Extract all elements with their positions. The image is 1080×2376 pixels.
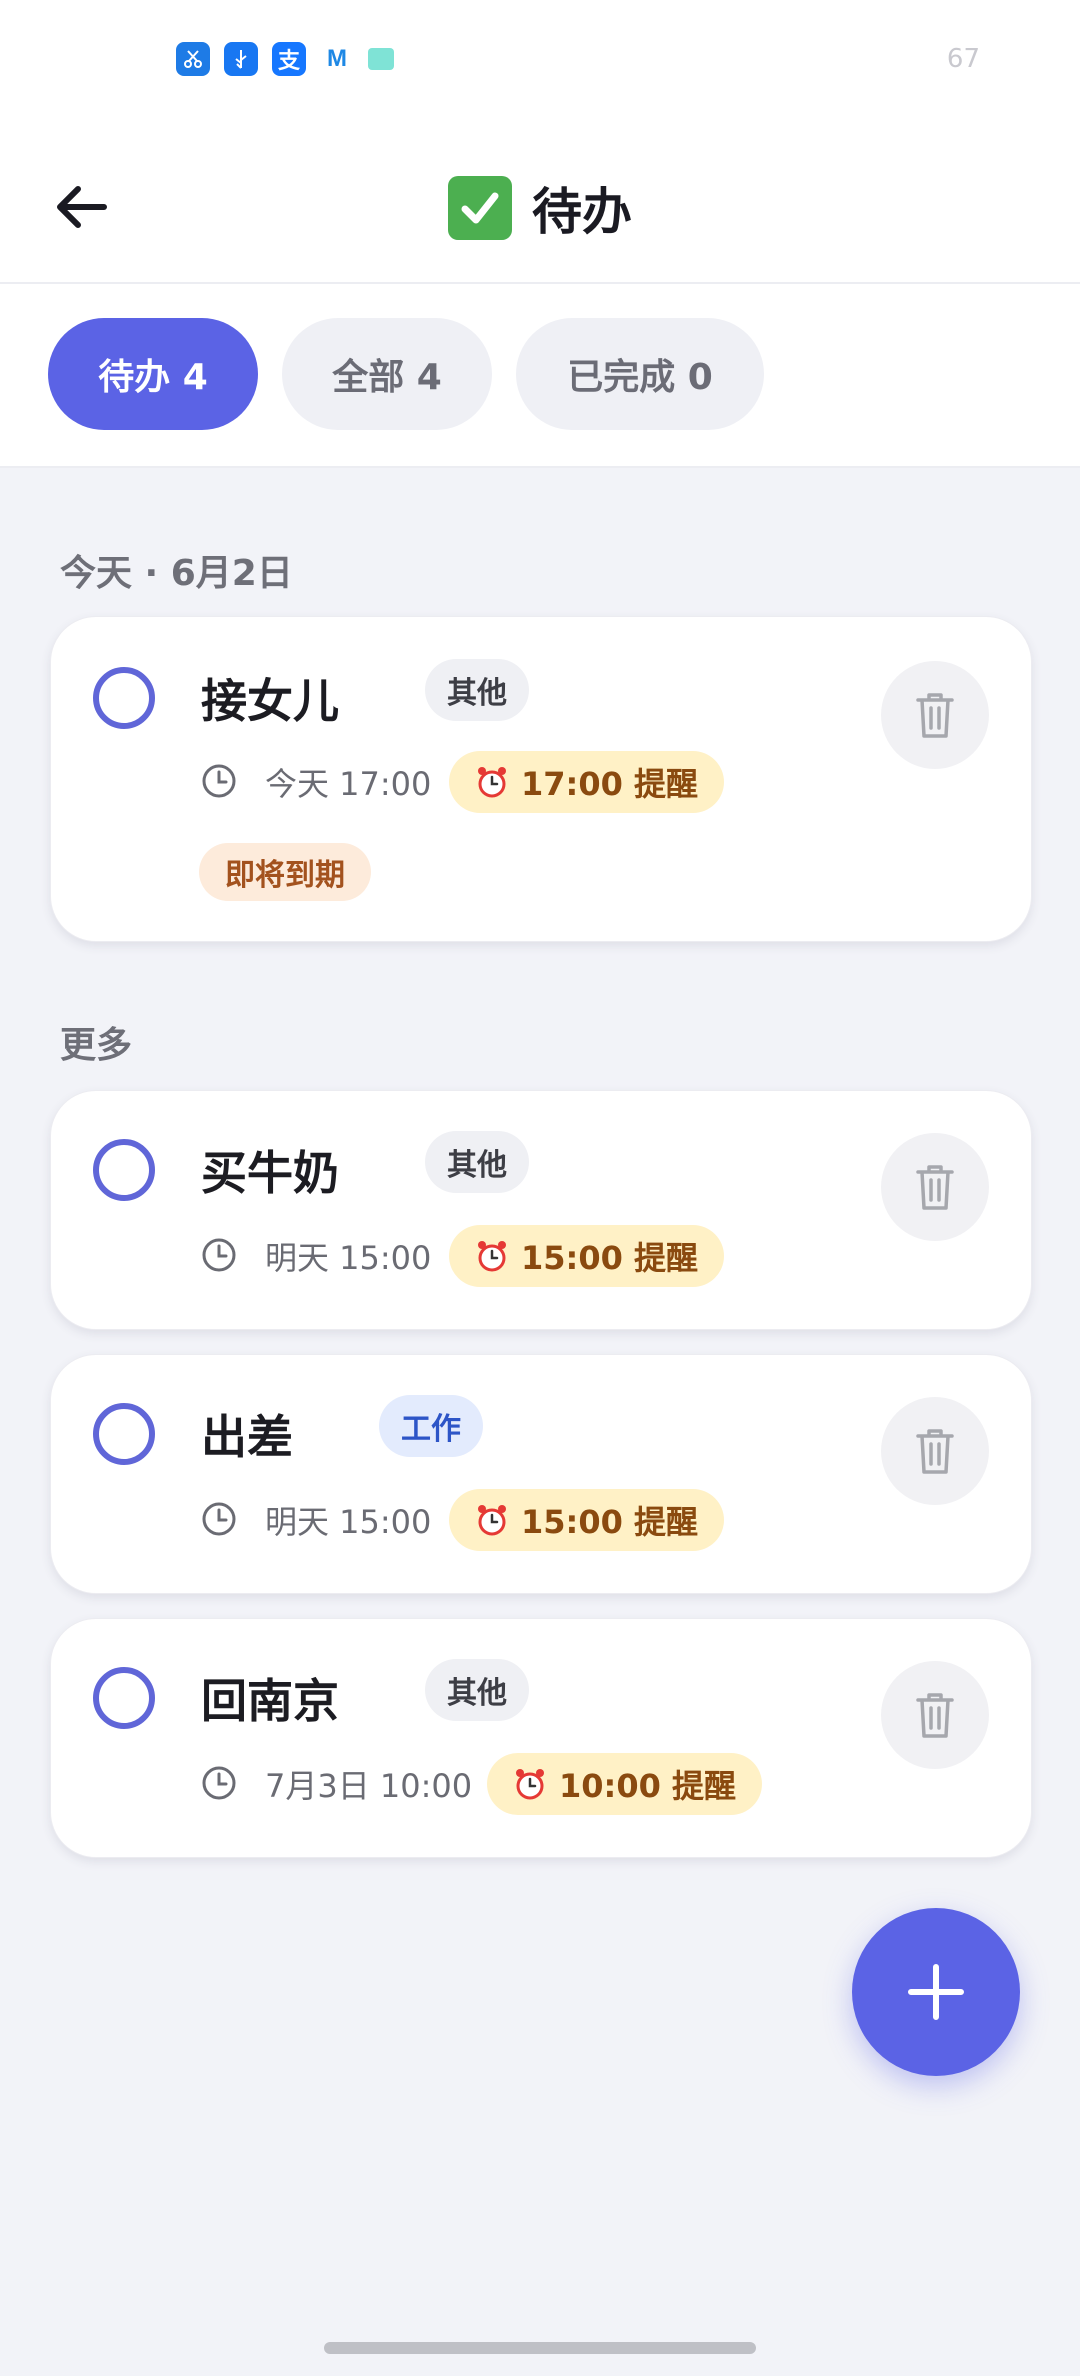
todo-card[interactable]: 接女儿 其他 今天 17:00 17:00 提醒 即将到期 <box>50 616 1032 942</box>
todo-title: 回南京 <box>201 1674 339 1728</box>
complete-checkbox[interactable] <box>93 1139 155 1201</box>
filter-bar: 待办 4 全部 4 已完成 0 <box>0 284 1080 468</box>
category-tag: 工作 <box>379 1395 483 1457</box>
todo-card[interactable]: 买牛奶 其他 明天 15:00 15:00 提醒 <box>50 1090 1032 1330</box>
trash-icon <box>916 693 954 738</box>
trash-icon <box>916 1693 954 1738</box>
home-indicator[interactable] <box>324 2342 756 2354</box>
reminder-text: 17:00 提醒 <box>521 765 699 803</box>
clock-icon <box>202 1238 236 1272</box>
category-tag: 其他 <box>425 1131 529 1193</box>
delete-button[interactable] <box>881 1133 989 1241</box>
add-todo-button[interactable] <box>852 1908 1020 2076</box>
scissors-app-icon <box>176 42 210 76</box>
delete-button[interactable] <box>881 1397 989 1505</box>
complete-checkbox[interactable] <box>93 667 155 729</box>
check-mark-emoji-icon <box>448 176 512 240</box>
battery-level: 67 <box>946 44 980 74</box>
reminder-text: 15:00 提醒 <box>521 1503 699 1541</box>
reminder-badge: 10:00 提醒 <box>487 1753 763 1815</box>
category-tag: 其他 <box>425 1659 529 1721</box>
delete-button[interactable] <box>881 1661 989 1769</box>
due-soon-badge: 即将到期 <box>199 843 371 901</box>
reminder-text: 10:00 提醒 <box>559 1767 737 1805</box>
complete-checkbox[interactable] <box>93 1403 155 1465</box>
section-header-today: 今天 · 6月2日 <box>60 553 293 594</box>
reminder-badge: 15:00 提醒 <box>449 1225 725 1287</box>
todo-title: 买牛奶 <box>201 1146 339 1200</box>
usb-icon <box>224 42 258 76</box>
section-header-more: 更多 <box>60 1025 133 1066</box>
due-time: 明天 15:00 <box>265 1239 432 1277</box>
filter-chip-pending[interactable]: 待办 4 <box>48 318 258 430</box>
clock-icon <box>202 1766 236 1800</box>
due-time: 7月3日 10:00 <box>265 1767 473 1805</box>
trash-icon <box>916 1429 954 1474</box>
status-bar: 支 M 67 <box>0 0 1080 120</box>
clock-icon <box>202 764 236 798</box>
filter-chip-completed[interactable]: 已完成 0 <box>516 318 764 430</box>
todo-card[interactable]: 出差 工作 明天 15:00 15:00 提醒 <box>50 1354 1032 1594</box>
filter-chip-all[interactable]: 全部 4 <box>282 318 492 430</box>
alarm-clock-icon <box>478 1241 506 1272</box>
clock-icon <box>202 1502 236 1536</box>
top-app-bar: 待办 <box>0 120 1080 284</box>
todo-title: 接女儿 <box>201 674 339 728</box>
m-app-icon: M <box>327 45 347 72</box>
page-title: 待办 <box>0 172 1080 244</box>
plus-icon <box>908 1964 964 2020</box>
alarm-clock-icon <box>516 1769 544 1800</box>
complete-checkbox[interactable] <box>93 1667 155 1729</box>
due-time: 明天 15:00 <box>265 1503 432 1541</box>
todo-title: 出差 <box>201 1410 293 1464</box>
page-title-text: 待办 <box>532 183 632 241</box>
delete-button[interactable] <box>881 661 989 769</box>
reminder-badge: 15:00 提醒 <box>449 1489 725 1551</box>
teal-app-icon <box>368 48 394 70</box>
category-tag: 其他 <box>425 659 529 721</box>
alipay-icon: 支 <box>272 42 306 76</box>
reminder-text: 15:00 提醒 <box>521 1239 699 1277</box>
alarm-clock-icon <box>478 767 506 798</box>
due-time: 今天 17:00 <box>265 765 432 803</box>
alarm-clock-icon <box>478 1505 506 1536</box>
trash-icon <box>916 1165 954 1210</box>
reminder-badge: 17:00 提醒 <box>449 751 725 813</box>
todo-card[interactable]: 回南京 其他 7月3日 10:00 10:00 提醒 <box>50 1618 1032 1858</box>
